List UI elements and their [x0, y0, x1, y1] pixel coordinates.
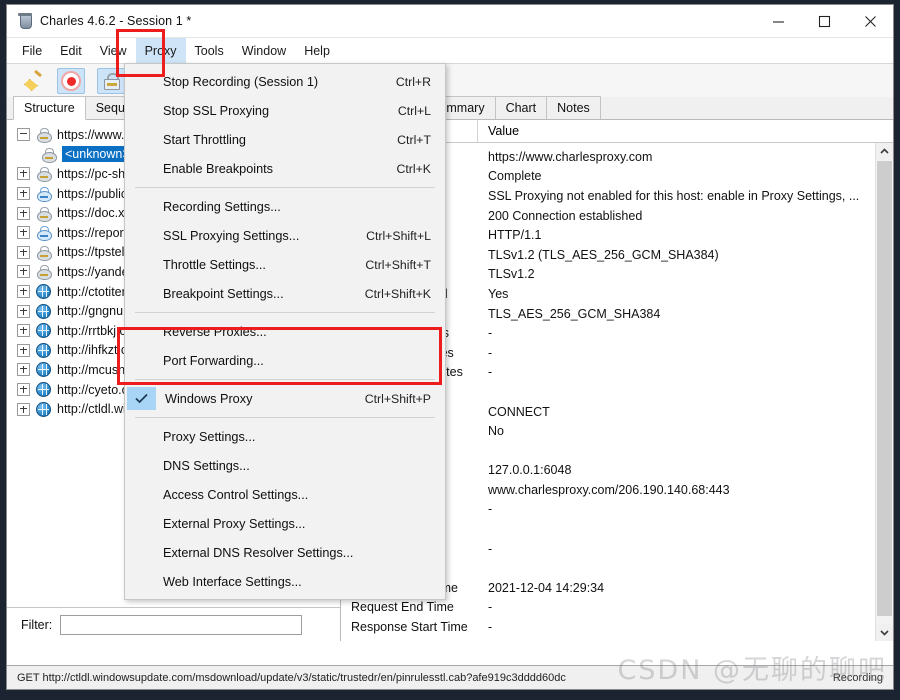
menu-file[interactable]: File: [13, 38, 51, 63]
record-toggle-button[interactable]: [57, 68, 85, 94]
lock-icon: [36, 166, 52, 183]
expand-toggle-icon[interactable]: [17, 187, 30, 201]
checkmark-icon: [127, 387, 156, 410]
lock-icon: [36, 206, 52, 222]
proxy-dropdown-menu[interactable]: Stop Recording (Session 1) Ctrl+R Stop S…: [124, 63, 446, 600]
scrollbar-thumb[interactable]: [877, 161, 892, 616]
filter-input[interactable]: [60, 614, 303, 635]
expand-toggle-icon[interactable]: [17, 363, 30, 377]
menu-item-enable-breakpoints[interactable]: Enable Breakpoints Ctrl+K: [125, 154, 445, 183]
menu-item-windows-proxy[interactable]: Windows Proxy Ctrl+Shift+P: [125, 384, 445, 413]
table-row[interactable]: Response Start Time -: [341, 617, 875, 637]
expand-toggle-icon[interactable]: [17, 226, 30, 240]
broom-icon: [22, 69, 43, 91]
menu-item-external-dns-resolver-settings[interactable]: External DNS Resolver Settings...: [125, 538, 445, 567]
recording-status: Recording: [832, 672, 883, 684]
menu-proxy[interactable]: Proxy: [135, 38, 186, 63]
status-message: GET http://ctldl.windowsupdate.com/msdow…: [17, 671, 566, 684]
scroll-down-icon[interactable]: [876, 624, 893, 641]
tab-structure[interactable]: Structure: [13, 96, 86, 120]
expand-toggle-icon[interactable]: [17, 167, 30, 181]
window-title: Charles 4.6.2 - Session 1 *: [40, 14, 192, 28]
lock-icon: [36, 245, 52, 261]
expand-toggle-icon[interactable]: [17, 206, 30, 220]
padlock-icon: [103, 73, 120, 90]
record-icon: [61, 71, 81, 91]
globe-icon: [36, 382, 51, 398]
menu-item-recording-settings[interactable]: Recording Settings...: [125, 192, 445, 221]
menu-separator: [135, 417, 435, 418]
menu-separator: [135, 187, 435, 188]
menu-view[interactable]: View: [91, 38, 136, 63]
status-bar: GET http://ctldl.windowsupdate.com/msdow…: [7, 665, 893, 689]
lock-blue-icon: [36, 186, 52, 203]
menu-item-access-control-settings[interactable]: Access Control Settings...: [125, 480, 445, 509]
menu-separator: [135, 379, 435, 380]
menu-item-reverse-proxies[interactable]: Reverse Proxies...: [125, 317, 445, 346]
lock-icon: [36, 127, 52, 144]
lock-blue-icon: [36, 225, 52, 242]
globe-icon: [36, 342, 51, 358]
globe-icon: [36, 303, 51, 319]
table-row[interactable]: Response End Time2021-12-04 14:29:37: [341, 637, 875, 641]
menu-separator: [135, 312, 435, 313]
charles-bottle-icon: [17, 13, 33, 29]
menu-item-ssl-proxying-settings[interactable]: SSL Proxying Settings... Ctrl+Shift+L: [125, 221, 445, 250]
title-bar: Charles 4.6.2 - Session 1 *: [7, 5, 893, 38]
menu-item-stop-recording[interactable]: Stop Recording (Session 1) Ctrl+R: [125, 67, 445, 96]
menu-item-port-forwarding[interactable]: Port Forwarding...: [125, 346, 445, 375]
charles-app-window: Charles 4.6.2 - Session 1 * File Edit Vi…: [6, 4, 894, 690]
expand-toggle-icon[interactable]: [17, 324, 30, 338]
lock-icon: [41, 147, 57, 163]
menu-edit[interactable]: Edit: [51, 38, 91, 63]
expand-toggle-icon[interactable]: [17, 402, 30, 416]
filter-label: Filter:: [21, 617, 53, 632]
clear-session-button[interactable]: [19, 69, 45, 93]
expand-toggle-icon[interactable]: [17, 304, 30, 318]
menu-item-start-throttling[interactable]: Start Throttling Ctrl+T: [125, 125, 445, 154]
table-row[interactable]: Request End Time -: [341, 598, 875, 618]
menu-window[interactable]: Window: [233, 38, 295, 63]
collapse-toggle-icon[interactable]: [17, 128, 30, 142]
tab-notes[interactable]: Notes: [546, 96, 601, 119]
menu-bar: File Edit View Proxy Tools Window Help: [7, 38, 893, 64]
lock-icon: [36, 264, 52, 281]
globe-icon: [36, 323, 51, 339]
globe-icon: [36, 284, 51, 300]
tab-chart[interactable]: Chart: [494, 96, 548, 119]
close-icon[interactable]: [847, 5, 893, 37]
menu-item-stop-ssl-proxying[interactable]: Stop SSL Proxying Ctrl+L: [125, 96, 445, 125]
expand-toggle-icon[interactable]: [17, 343, 30, 357]
globe-icon: [36, 362, 51, 378]
menu-item-dns-settings[interactable]: DNS Settings...: [125, 451, 445, 480]
detail-vertical-scrollbar[interactable]: [875, 143, 893, 641]
menu-item-web-interface-settings[interactable]: Web Interface Settings...: [125, 567, 445, 596]
expand-toggle-icon[interactable]: [17, 383, 30, 397]
filter-bar: Filter:: [7, 607, 340, 641]
menu-tools[interactable]: Tools: [186, 38, 233, 63]
menu-item-external-proxy-settings[interactable]: External Proxy Settings...: [125, 509, 445, 538]
menu-help[interactable]: Help: [295, 38, 339, 63]
scroll-up-icon[interactable]: [876, 143, 893, 160]
expand-toggle-icon[interactable]: [17, 285, 30, 299]
column-header-value[interactable]: Value: [478, 124, 893, 138]
menu-item-proxy-settings[interactable]: Proxy Settings...: [125, 422, 445, 451]
expand-toggle-icon[interactable]: [17, 265, 30, 279]
menu-item-throttle-settings[interactable]: Throttle Settings... Ctrl+Shift+T: [125, 250, 445, 279]
minimize-icon[interactable]: [755, 5, 801, 37]
expand-toggle-icon[interactable]: [17, 245, 30, 259]
menu-item-breakpoint-settings[interactable]: Breakpoint Settings... Ctrl+Shift+K: [125, 279, 445, 308]
window-controls: [755, 5, 893, 37]
globe-icon: [36, 401, 51, 417]
ssl-proxying-button[interactable]: [97, 68, 125, 94]
maximize-icon[interactable]: [801, 5, 847, 37]
